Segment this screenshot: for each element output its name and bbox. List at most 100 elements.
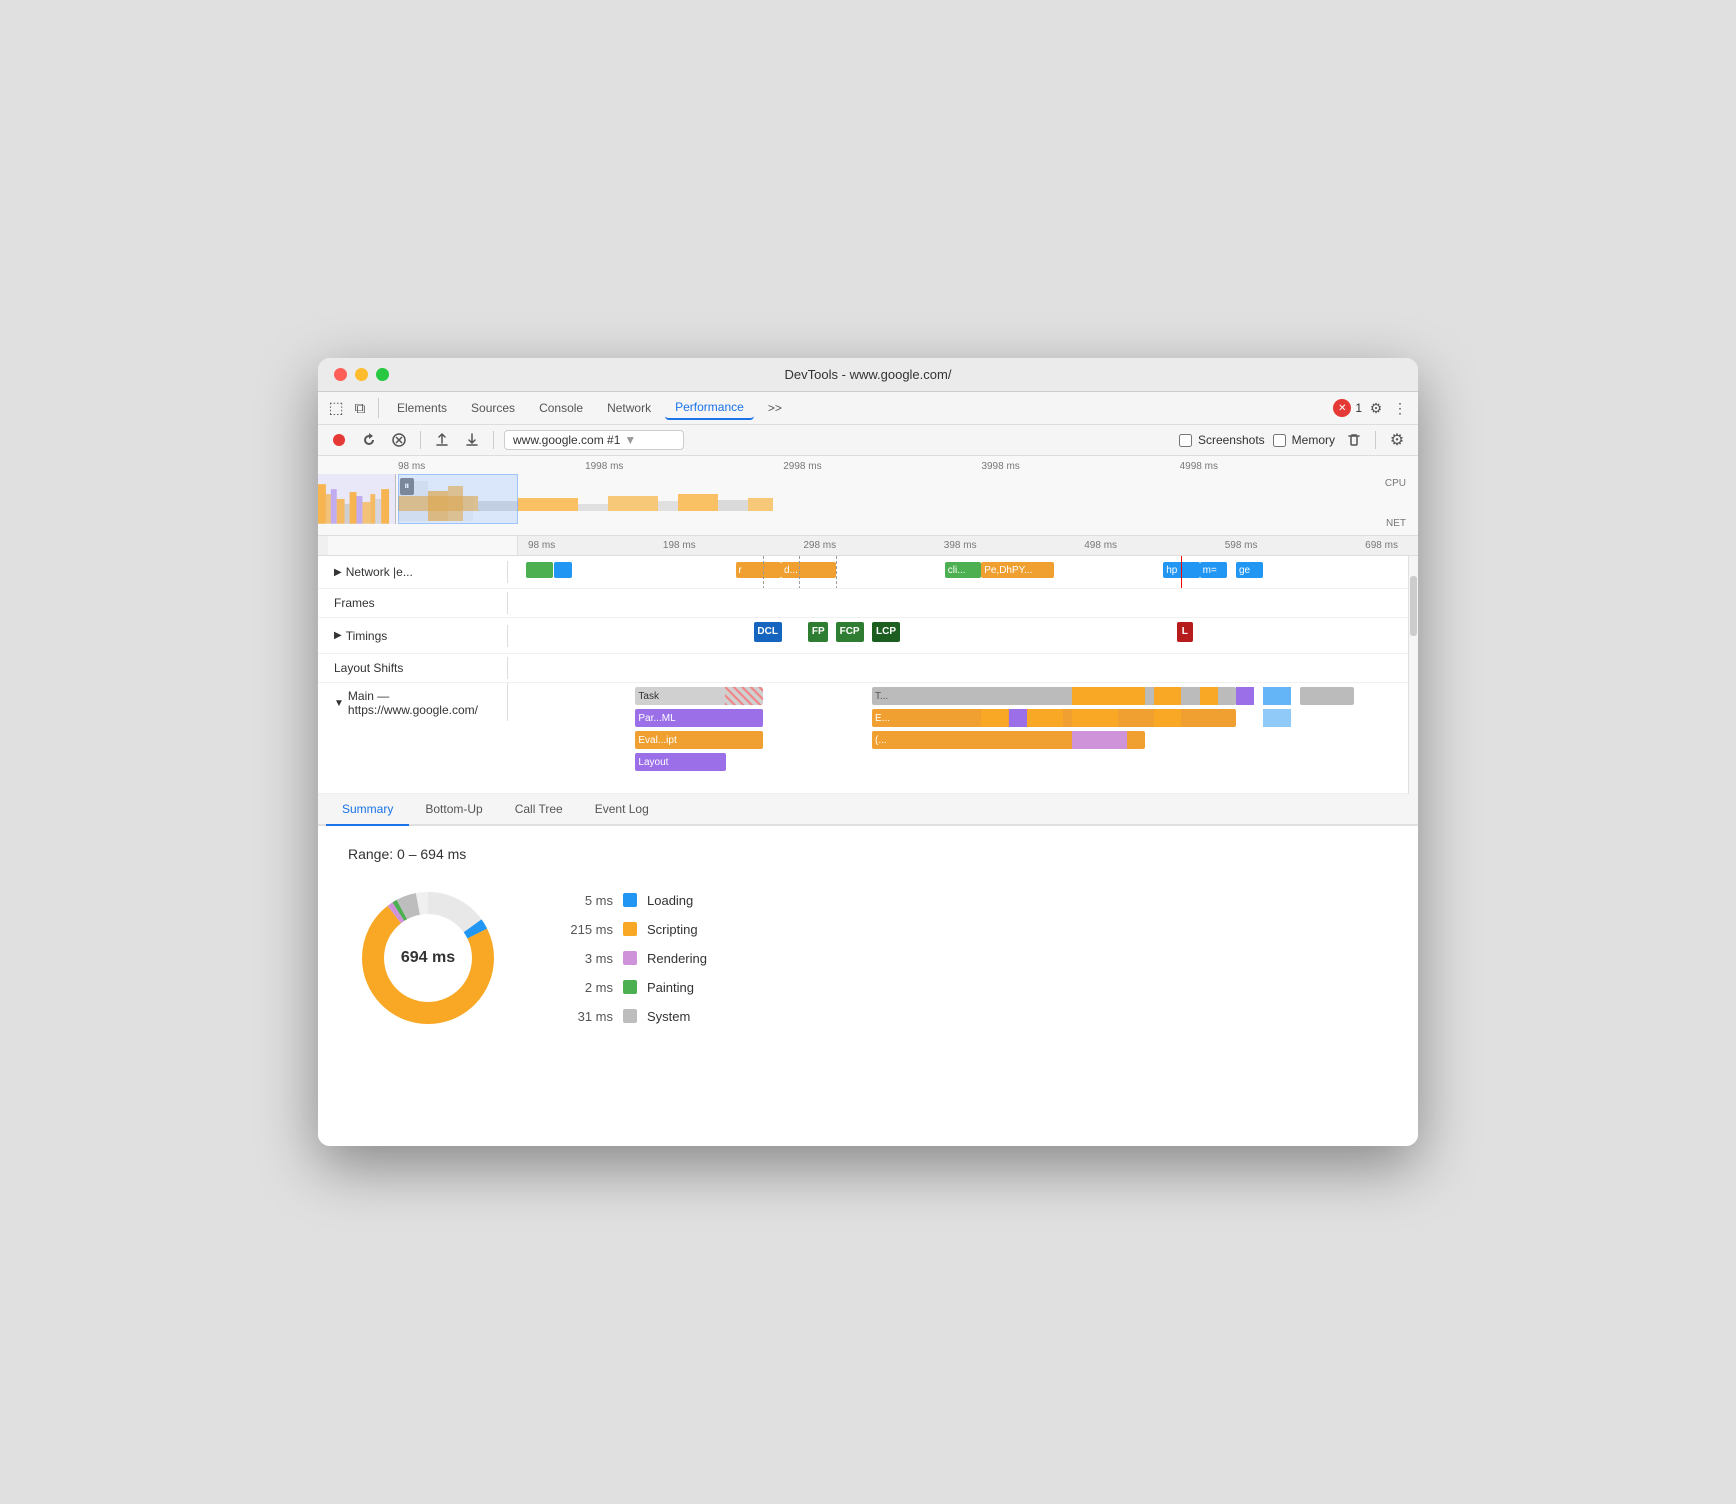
fp-marker[interactable]: FP: [808, 622, 828, 642]
device-icon[interactable]: ⧉: [350, 398, 370, 418]
system-swatch: [623, 1009, 637, 1023]
summary-panel: Range: 0 – 694 ms: [318, 826, 1418, 1146]
loading-swatch: [623, 893, 637, 907]
net-item-5[interactable]: Pe,DhPY...: [981, 562, 1054, 578]
inspect-icon[interactable]: ⬚: [326, 398, 346, 418]
scripting-swatch: [623, 922, 637, 936]
legend-system: 31 ms System: [568, 1009, 707, 1024]
network-expand-icon[interactable]: ▶: [334, 567, 342, 578]
settings-icon[interactable]: ⚙: [1366, 398, 1386, 418]
block-2: [1009, 709, 1027, 727]
screenshots-checkbox-group[interactable]: Screenshots: [1179, 433, 1265, 447]
tab-more[interactable]: >>: [758, 397, 792, 419]
network-track: ▶ Network |e... r d... cli... Pe,DhPY...…: [318, 556, 1418, 589]
close-button[interactable]: [334, 368, 347, 381]
layout-shifts-label: Layout Shifts: [318, 657, 508, 679]
timings-label[interactable]: ▶ Timings: [318, 625, 508, 647]
overview-area: 98 ms 1998 ms 2998 ms 3998 ms 4998 ms CP…: [318, 456, 1418, 536]
tab-performance[interactable]: Performance: [665, 396, 754, 420]
memory-checkbox[interactable]: [1273, 434, 1286, 447]
net-item-7[interactable]: m=: [1200, 562, 1227, 578]
fcp-marker[interactable]: FCP: [836, 622, 864, 642]
block-12: [1263, 709, 1290, 727]
main-track: ▼ Main — https://www.google.com/ Task T.…: [318, 683, 1418, 794]
minimize-button[interactable]: [355, 368, 368, 381]
sep1: [420, 431, 421, 449]
sep3: [1375, 431, 1376, 449]
selection-region[interactable]: [398, 474, 518, 524]
net-item-4[interactable]: cli...: [945, 562, 981, 578]
painting-swatch: [623, 980, 637, 994]
url-display: www.google.com #1 ▼: [504, 430, 684, 450]
network-label[interactable]: ▶ Network |e...: [318, 561, 508, 583]
screenshots-checkbox[interactable]: [1179, 434, 1192, 447]
capture-settings-icon[interactable]: ⚙: [1386, 429, 1408, 451]
maximize-button[interactable]: [376, 368, 389, 381]
net-item-3[interactable]: d...: [781, 562, 836, 578]
task-par-ml[interactable]: Par...ML: [635, 709, 762, 727]
upload-button[interactable]: [431, 429, 453, 451]
task-layout[interactable]: Layout: [635, 753, 726, 771]
thumbnail-area: [318, 474, 396, 524]
clear-button[interactable]: [388, 429, 410, 451]
tab-network[interactable]: Network: [597, 397, 661, 419]
download-button[interactable]: [461, 429, 483, 451]
net-item-1[interactable]: [554, 562, 572, 578]
dcl-marker[interactable]: DCL: [754, 622, 782, 642]
dashed-line-1: [763, 556, 764, 588]
performance-toolbar: www.google.com #1 ▼ Screenshots Memory ⚙: [318, 425, 1418, 456]
trash-button[interactable]: [1343, 429, 1365, 451]
sep2: [493, 431, 494, 449]
task-eval[interactable]: Eval...ipt: [635, 731, 762, 749]
tab-summary[interactable]: Summary: [326, 794, 409, 826]
bottom-tabs: Summary Bottom-Up Call Tree Event Log: [318, 794, 1418, 826]
ruler-4: 498 ms: [1084, 540, 1117, 551]
block-3: [1027, 709, 1063, 727]
red-line-1: [1181, 556, 1182, 588]
net-item-8[interactable]: ge: [1236, 562, 1263, 578]
legend-loading: 5 ms Loading: [568, 893, 707, 908]
error-icon: ✕: [1333, 399, 1351, 417]
dashed-line-2: [799, 556, 800, 588]
timings-expand-icon[interactable]: ▶: [334, 630, 342, 641]
detail-ruler: 98 ms 198 ms 298 ms 398 ms 498 ms 598 ms…: [318, 536, 1418, 556]
net-item-2[interactable]: r: [736, 562, 782, 578]
lcp-marker[interactable]: LCP: [872, 622, 900, 642]
main-label[interactable]: ▼ Main — https://www.google.com/: [318, 683, 508, 721]
legend: 5 ms Loading 215 ms Scripting 3 ms Rende…: [568, 893, 707, 1024]
net-item-0[interactable]: [526, 562, 553, 578]
scrollbar-thumb[interactable]: [1410, 576, 1417, 636]
tab-sources[interactable]: Sources: [461, 397, 525, 419]
window-title: DevTools - www.google.com/: [785, 367, 952, 382]
record-button[interactable]: [328, 429, 350, 451]
rendering-swatch: [623, 951, 637, 965]
block-5: [1072, 709, 1118, 727]
tab-console[interactable]: Console: [529, 397, 593, 419]
vertical-scrollbar[interactable]: [1408, 556, 1418, 794]
frames-track-content: [508, 589, 1418, 617]
ruler-1: 198 ms: [663, 540, 696, 551]
ruler-0: 98 ms: [528, 540, 555, 551]
block-7: [1154, 687, 1181, 705]
l-marker[interactable]: L: [1177, 622, 1193, 642]
traffic-lights: [334, 368, 389, 381]
more-options-icon[interactable]: ⋮: [1390, 398, 1410, 418]
cpu-label: CPU: [1385, 478, 1406, 489]
memory-checkbox-group[interactable]: Memory: [1273, 433, 1335, 447]
main-toolbar: ⬚ ⧉ Elements Sources Console Network Per…: [318, 392, 1418, 425]
main-expand-icon[interactable]: ▼: [334, 698, 344, 709]
task-bar-t[interactable]: T...: [872, 687, 1236, 705]
block-11: [1263, 687, 1290, 705]
task-bar-extra[interactable]: [1300, 687, 1355, 705]
tab-elements[interactable]: Elements: [387, 397, 457, 419]
layout-shifts-track: Layout Shifts: [318, 654, 1418, 683]
task-bar-0[interactable]: Task: [635, 687, 762, 705]
tab-bottom-up[interactable]: Bottom-Up: [409, 794, 498, 826]
reload-record-button[interactable]: [358, 429, 380, 451]
ruler-6: 698 ms: [1365, 540, 1398, 551]
layout-shifts-content: [508, 654, 1418, 682]
tab-event-log[interactable]: Event Log: [579, 794, 665, 826]
network-track-content: r d... cli... Pe,DhPY... hp m= ge: [508, 556, 1418, 588]
tab-call-tree[interactable]: Call Tree: [499, 794, 579, 826]
frames-label: Frames: [318, 592, 508, 614]
